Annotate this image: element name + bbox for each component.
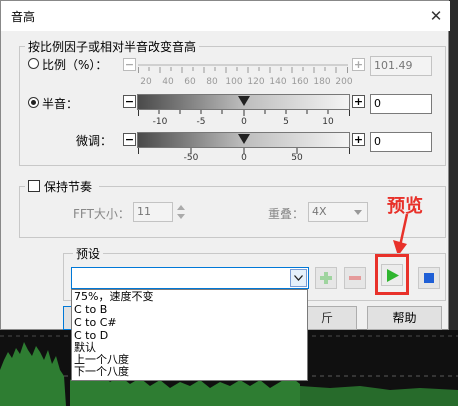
semitone-plus-button[interactable]: + — [352, 95, 365, 108]
ratio-tick-label: 200 — [335, 77, 353, 87]
ok-button-label: 斤 — [320, 311, 333, 325]
semitone-tick-label: -5 — [196, 117, 206, 127]
spin-down-icon[interactable] — [177, 214, 185, 219]
fft-size-spinner[interactable] — [175, 202, 187, 222]
preset-option[interactable]: 下一个八度 — [74, 366, 129, 378]
overlap-select[interactable]: 4X — [308, 202, 368, 222]
ratio-slider-track[interactable] — [138, 64, 348, 66]
semitone-tick-label: 10 — [322, 117, 334, 127]
ratio-radio[interactable] — [28, 58, 39, 69]
keep-tempo-checkbox[interactable] — [28, 180, 40, 192]
fft-size-field[interactable]: 11 — [133, 202, 173, 222]
semitone-tick-label: 5 — [283, 117, 289, 127]
semitone-tick-label: 0 — [241, 117, 247, 127]
remove-preset-button[interactable] — [344, 267, 366, 289]
semitone-ticks — [138, 110, 350, 116]
ratio-value-field[interactable]: 101.49 — [370, 56, 432, 76]
ratio-minus-button[interactable]: − — [123, 58, 136, 71]
preset-option[interactable]: 75%，速度不变 — [74, 291, 153, 303]
preset-option[interactable]: C to B — [74, 304, 107, 316]
stop-button[interactable] — [418, 267, 440, 289]
preset-option[interactable]: C to C# — [74, 317, 117, 329]
minus-icon — [349, 276, 361, 280]
preset-dropdown-list: 75%，速度不变 C to B C to C# C to D 默认 上一个八度 … — [71, 289, 308, 381]
semitone-tick-label: -10 — [152, 117, 168, 127]
keep-tempo-label: 保持节奏 — [44, 180, 93, 194]
add-preset-button[interactable] — [315, 267, 337, 289]
annotation-arrow — [393, 213, 409, 256]
fine-minus-button[interactable]: − — [123, 133, 136, 146]
semitone-label: 半音： — [42, 97, 79, 111]
spin-up-icon[interactable] — [177, 205, 185, 210]
semitone-radio[interactable] — [28, 97, 39, 108]
semitone-minus-button[interactable]: − — [123, 95, 136, 108]
help-button[interactable]: 帮助 — [367, 306, 442, 330]
semitone-value-field[interactable]: 0 — [370, 94, 432, 114]
fft-size-label: FFT大小： — [73, 207, 130, 221]
preset-dropdown-button[interactable] — [290, 269, 307, 287]
stop-icon — [424, 273, 434, 283]
pitch-dialog: 音高 ✕ 按比例因子或相对半音改变音高 比例（%）： − + 20 40 60 … — [0, 0, 450, 381]
title-bar: 音高 ✕ — [1, 1, 450, 31]
close-icon[interactable]: ✕ — [425, 5, 447, 27]
overlap-label: 重叠： — [268, 207, 305, 221]
fine-tune-label: 微调： — [76, 134, 113, 148]
preset-label: 预设 — [73, 245, 104, 262]
fine-tick-labels: -50 0 50 — [138, 153, 350, 165]
dialog-title: 音高 — [11, 10, 36, 24]
ratio-tick-labels: 20 40 60 80 100 120 140 160 180 200 — [138, 77, 352, 89]
fine-tick-label: 0 — [241, 153, 247, 163]
fine-slider-thumb[interactable] — [238, 134, 250, 144]
fine-tick-label: 50 — [291, 153, 303, 163]
ratio-ticks — [138, 67, 348, 73]
preset-combobox[interactable] — [71, 267, 309, 289]
fine-plus-button[interactable]: + — [352, 133, 365, 146]
preview-play-button[interactable] — [381, 264, 403, 286]
chevron-down-icon — [294, 275, 303, 281]
pitch-group-legend: 按比例因子或相对半音改变音高 — [25, 38, 200, 55]
chevron-down-icon — [354, 210, 362, 215]
overlap-select-value: 4X — [312, 205, 327, 218]
semitone-tick-labels: -10 -5 0 5 10 — [138, 117, 350, 129]
ratio-label: 比例（%）： — [42, 58, 108, 72]
play-icon — [387, 269, 399, 282]
semitone-slider-thumb[interactable] — [238, 96, 250, 106]
fine-tick-label: -50 — [183, 153, 199, 163]
fine-value-field[interactable]: 0 — [370, 132, 432, 152]
ratio-plus-button[interactable]: + — [352, 58, 365, 71]
plus-icon — [320, 272, 332, 284]
